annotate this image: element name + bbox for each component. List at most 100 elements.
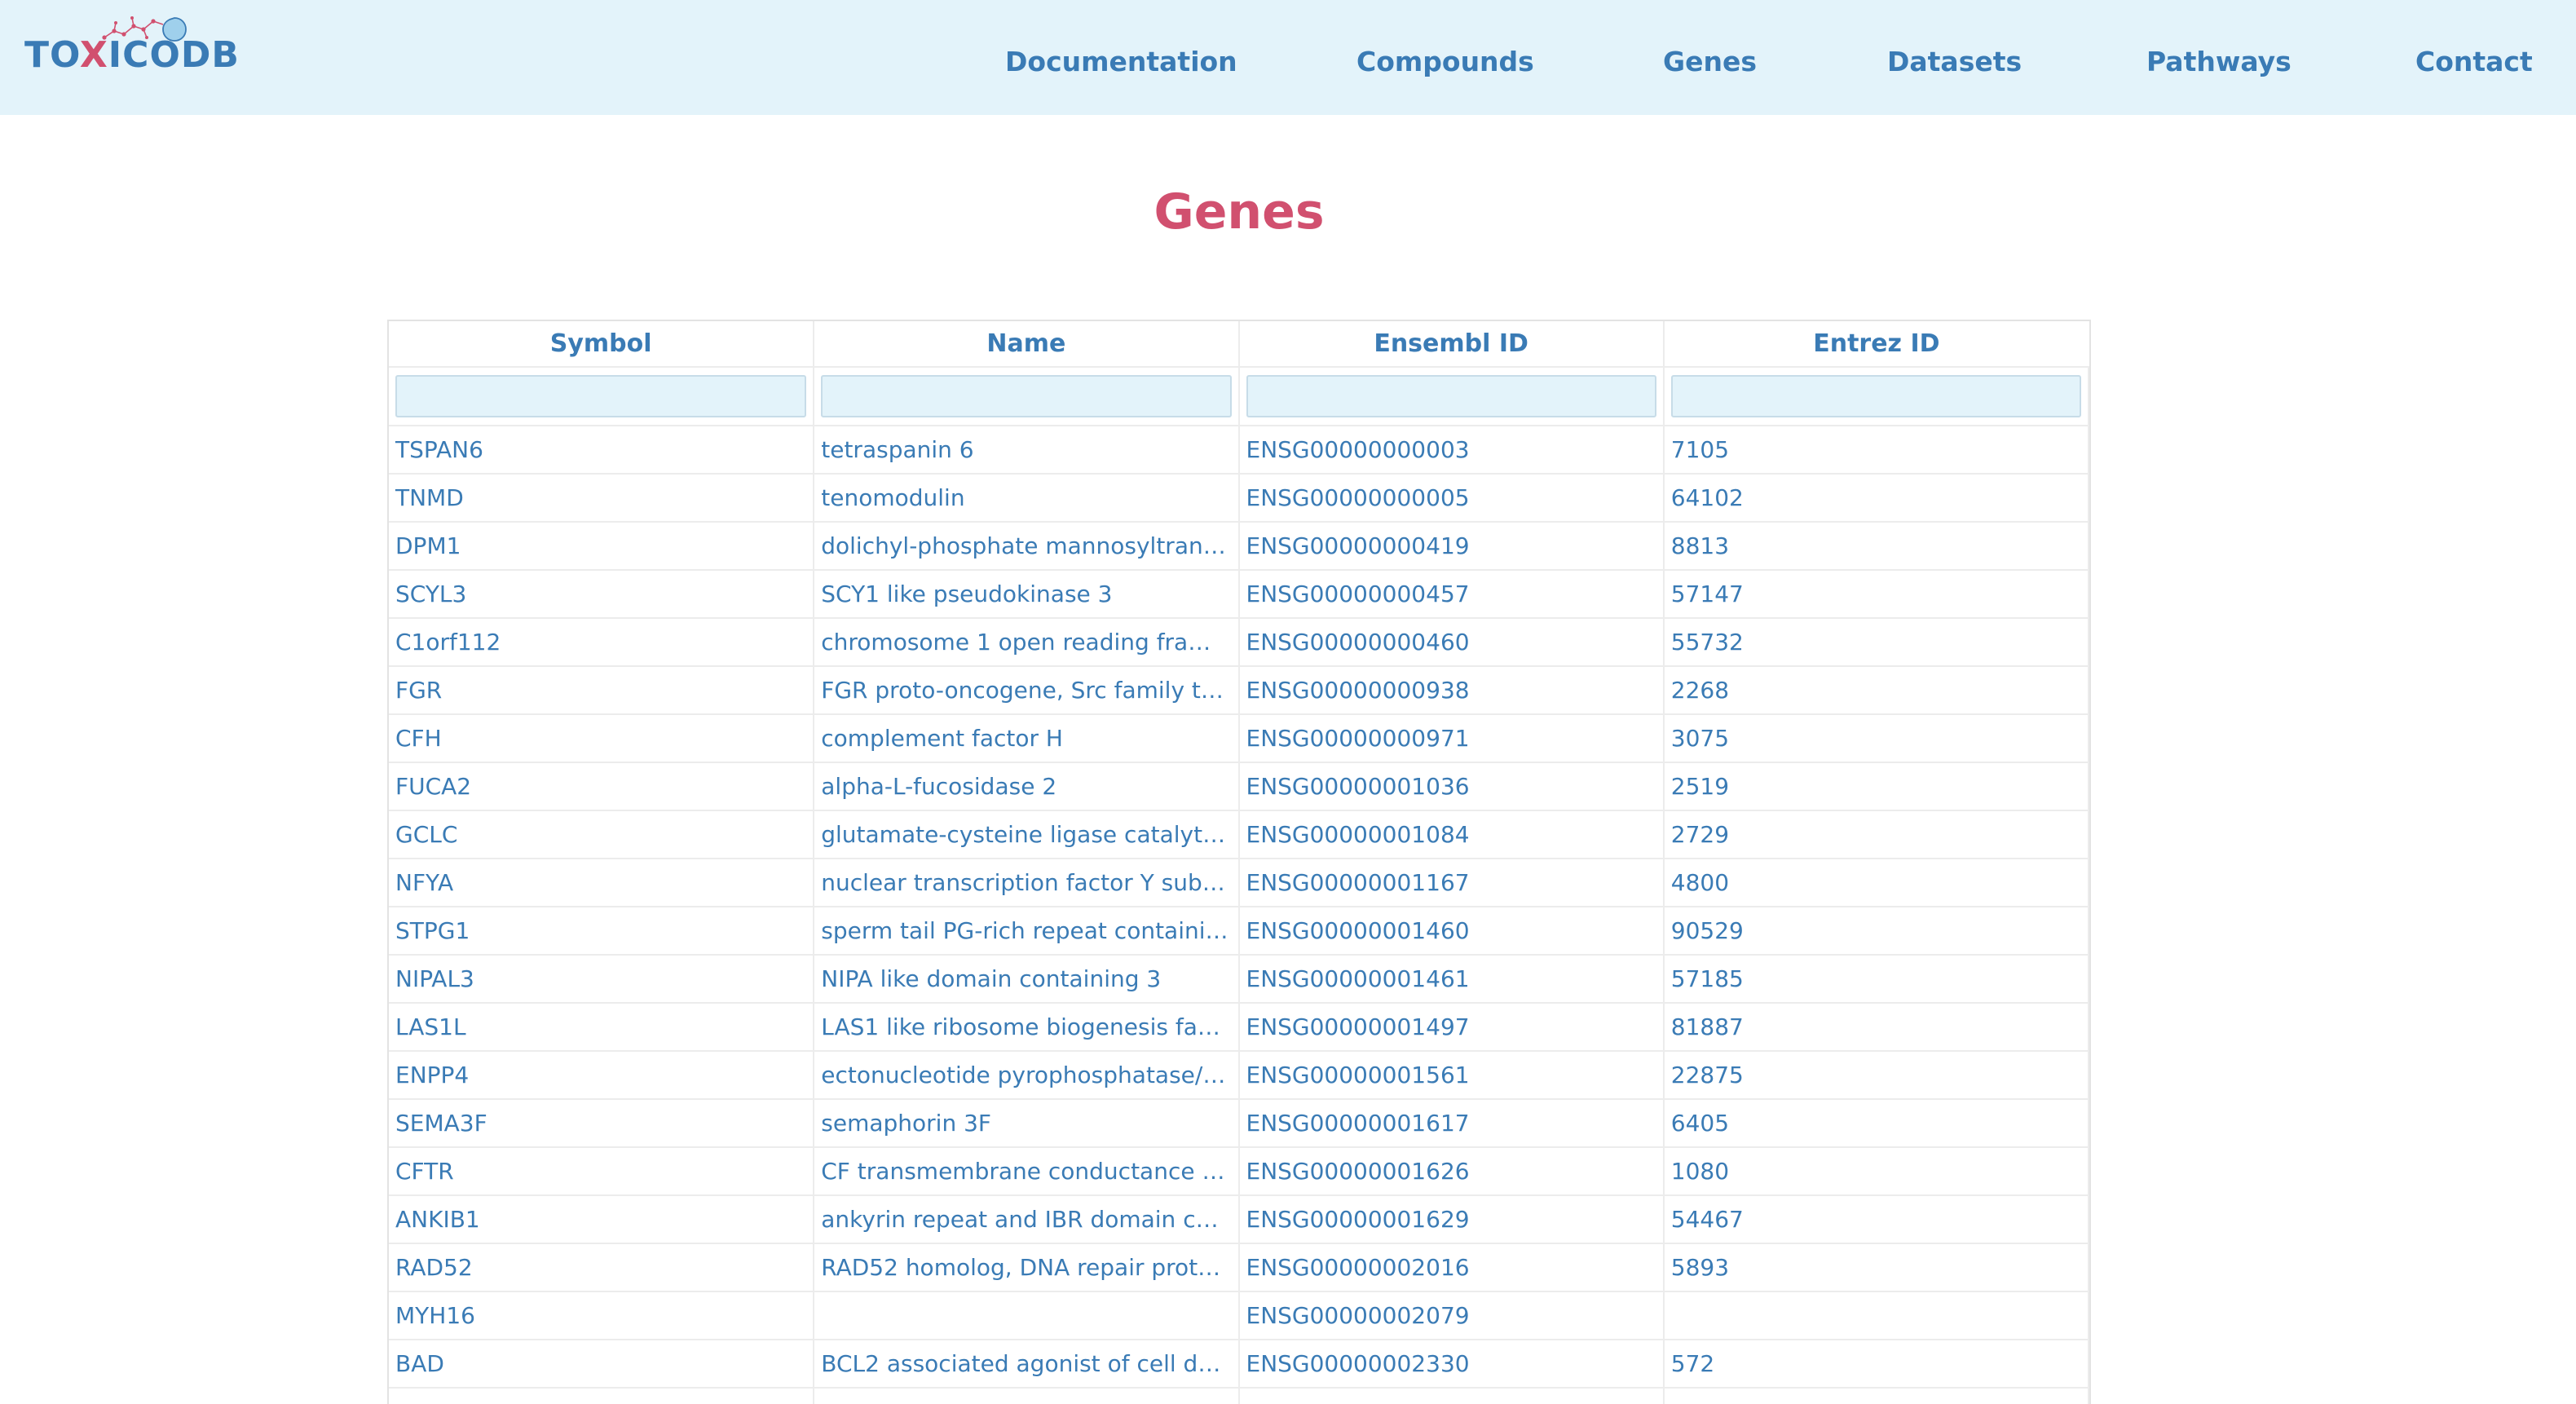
gene-name-cell: chromosome 1 open reading frame 1... <box>814 618 1240 667</box>
ensembl-id-cell: ENSG00000000003 <box>1238 426 1665 475</box>
gene-symbol-link[interactable]: ANKIB1 <box>389 1195 815 1244</box>
gene-symbol-link[interactable]: BAD <box>389 1340 815 1389</box>
table-row[interactable]: BAD BCL2 associated agonist of cell death… <box>389 1340 2089 1389</box>
main-nav: Documentation Compounds Genes Datasets P… <box>0 46 2576 86</box>
gene-name-cell: BCL2 associated agonist of cell death <box>814 1340 1240 1389</box>
nav-documentation[interactable]: Documentation <box>1005 46 1237 77</box>
gene-name-cell: semaphorin 3F <box>814 1099 1240 1148</box>
gene-symbol-link[interactable]: FUCA2 <box>389 762 815 811</box>
nav-pathways[interactable]: Pathways <box>2146 46 2291 77</box>
column-header-entrez-id[interactable]: Entrez ID <box>1663 321 2089 368</box>
page-title: Genes <box>1153 183 1325 241</box>
table-header-row: Symbol Name Ensembl ID Entrez ID <box>389 321 2089 368</box>
ensembl-filter-input[interactable] <box>1246 375 1656 417</box>
table-row[interactable]: SCYL3 SCY1 like pseudokinase 3 ENSG0000000… <box>389 570 2089 619</box>
table-row[interactable]: GCLC glutamate-cysteine ligase catalytic … <box>389 810 2089 859</box>
gene-name-cell: LAS1 like ribosome biogenesis factor <box>814 1003 1240 1052</box>
gene-symbol-link[interactable] <box>389 1388 815 1404</box>
gene-symbol-link[interactable]: STPG1 <box>389 907 815 956</box>
gene-symbol-link[interactable]: NFYA <box>389 859 815 907</box>
table-row[interactable]: FUCA2 alpha-L-fucosidase 2 ENSG00000001036… <box>389 762 2089 811</box>
gene-symbol-link[interactable]: ENPP4 <box>389 1051 815 1100</box>
gene-symbol-link[interactable]: TSPAN6 <box>389 426 815 475</box>
column-header-name[interactable]: Name <box>814 321 1240 368</box>
entrez-id-cell <box>1663 1291 2089 1340</box>
ensembl-id-cell: ENSG00000001617 <box>1238 1099 1665 1148</box>
ensembl-id-cell: ENSG00000001460 <box>1238 907 1665 956</box>
table-row[interactable]: NIPAL3 NIPA like domain containing 3 ENSG0… <box>389 955 2089 1004</box>
entrez-id-cell: 1080 <box>1663 1147 2089 1196</box>
table-row[interactable]: CFTR CF transmembrane conductance re... EN… <box>389 1147 2089 1196</box>
nav-compounds[interactable]: Compounds <box>1356 46 1534 77</box>
gene-symbol-link[interactable]: GCLC <box>389 810 815 859</box>
entrez-id-cell: 22875 <box>1663 1051 2089 1100</box>
entrez-id-cell: 57147 <box>1663 570 2089 619</box>
gene-symbol-link[interactable]: C1orf112 <box>389 618 815 667</box>
ensembl-id-cell: ENSG00000002330 <box>1238 1340 1665 1389</box>
ensembl-id-cell: ENSG00000000005 <box>1238 474 1665 523</box>
gene-symbol-link[interactable]: CFTR <box>389 1147 815 1196</box>
symbol-filter-input[interactable] <box>395 375 807 417</box>
entrez-id-cell: 55732 <box>1663 618 2089 667</box>
gene-symbol-link[interactable]: NIPAL3 <box>389 955 815 1004</box>
gene-name-cell: ankyrin repeat and IBR domain cont... <box>814 1195 1240 1244</box>
gene-symbol-link[interactable]: RAD52 <box>389 1243 815 1292</box>
ensembl-id-cell: ENSG00000000971 <box>1238 714 1665 763</box>
ensembl-id-cell: ENSG00000002079 <box>1238 1291 1665 1340</box>
column-header-symbol[interactable]: Symbol <box>389 321 815 368</box>
table-row[interactable]: ANKIB1 ankyrin repeat and IBR domain cont… <box>389 1195 2089 1244</box>
entrez-id-cell: 2519 <box>1663 762 2089 811</box>
table-row[interactable]: TNMD tenomodulin ENSG00000000005 64102 <box>389 474 2089 523</box>
table-row[interactable]: SEMA3F semaphorin 3F ENSG00000001617 6405 <box>389 1099 2089 1148</box>
table-row[interactable]: MYH16 ENSG00000002079 <box>389 1291 2089 1340</box>
nav-genes[interactable]: Genes <box>1663 46 1757 77</box>
gene-symbol-link[interactable]: SCYL3 <box>389 570 815 619</box>
gene-symbol-link[interactable]: TNMD <box>389 474 815 523</box>
ensembl-id-cell: ENSG00000001626 <box>1238 1147 1665 1196</box>
gene-name-cell: NIPA like domain containing 3 <box>814 955 1240 1004</box>
table-row[interactable]: LAS1L LAS1 like ribosome biogenesis facto… <box>389 1003 2089 1052</box>
name-filter-input[interactable] <box>821 375 1232 417</box>
gene-symbol-link[interactable]: CFH <box>389 714 815 763</box>
table-row[interactable] <box>389 1388 2089 1404</box>
ensembl-id-cell <box>1238 1388 1665 1404</box>
gene-symbol-link[interactable]: DPM1 <box>389 522 815 571</box>
entrez-id-cell: 4800 <box>1663 859 2089 907</box>
table-row[interactable]: STPG1 sperm tail PG-rich repeat containin… <box>389 907 2089 956</box>
gene-name-cell: RAD52 homolog, DNA repair protein <box>814 1243 1240 1292</box>
ensembl-id-cell: ENSG00000001167 <box>1238 859 1665 907</box>
filter-cell <box>1238 367 1665 426</box>
table-row[interactable]: CFH complement factor H ENSG00000000971 307… <box>389 714 2089 763</box>
table-row[interactable]: FGR FGR proto-oncogene, Src family tyro..… <box>389 666 2089 715</box>
filter-cell <box>389 367 815 426</box>
entrez-id-cell: 572 <box>1663 1340 2089 1389</box>
gene-name-cell: alpha-L-fucosidase 2 <box>814 762 1240 811</box>
ensembl-id-cell: ENSG00000001497 <box>1238 1003 1665 1052</box>
ensembl-id-cell: ENSG00000000457 <box>1238 570 1665 619</box>
entrez-id-cell: 5893 <box>1663 1243 2089 1292</box>
filter-cell <box>814 367 1240 426</box>
gene-symbol-link[interactable]: SEMA3F <box>389 1099 815 1148</box>
nav-contact[interactable]: Contact <box>2415 46 2533 77</box>
table-row[interactable]: C1orf112 chromosome 1 open reading frame … <box>389 618 2089 667</box>
table-row[interactable]: ENPP4 ectonucleotide pyrophosphatase/p...… <box>389 1051 2089 1100</box>
gene-symbol-link[interactable]: MYH16 <box>389 1291 815 1340</box>
column-header-ensembl-id[interactable]: Ensembl ID <box>1238 321 1665 368</box>
entrez-filter-input[interactable] <box>1670 375 2081 417</box>
entrez-id-cell: 90529 <box>1663 907 2089 956</box>
gene-symbol-link[interactable]: LAS1L <box>389 1003 815 1052</box>
entrez-id-cell: 8813 <box>1663 522 2089 571</box>
ensembl-id-cell: ENSG00000001036 <box>1238 762 1665 811</box>
table-row[interactable]: RAD52 RAD52 homolog, DNA repair protein EN… <box>389 1243 2089 1292</box>
table-row[interactable]: TSPAN6 tetraspanin 6 ENSG00000000003 7105 <box>389 426 2089 475</box>
gene-symbol-link[interactable]: FGR <box>389 666 815 715</box>
table-row[interactable]: DPM1 dolichyl-phosphate mannosyltransfe..… <box>389 522 2089 571</box>
entrez-id-cell: 81887 <box>1663 1003 2089 1052</box>
entrez-id-cell: 6405 <box>1663 1099 2089 1148</box>
table-row[interactable]: NFYA nuclear transcription factor Y subun… <box>389 859 2089 907</box>
ensembl-id-cell: ENSG00000002016 <box>1238 1243 1665 1292</box>
nav-datasets[interactable]: Datasets <box>1887 46 2022 77</box>
gene-name-cell: FGR proto-oncogene, Src family tyro... <box>814 666 1240 715</box>
entrez-id-cell: 2729 <box>1663 810 2089 859</box>
gene-name-cell: sperm tail PG-rich repeat containing 1 <box>814 907 1240 956</box>
